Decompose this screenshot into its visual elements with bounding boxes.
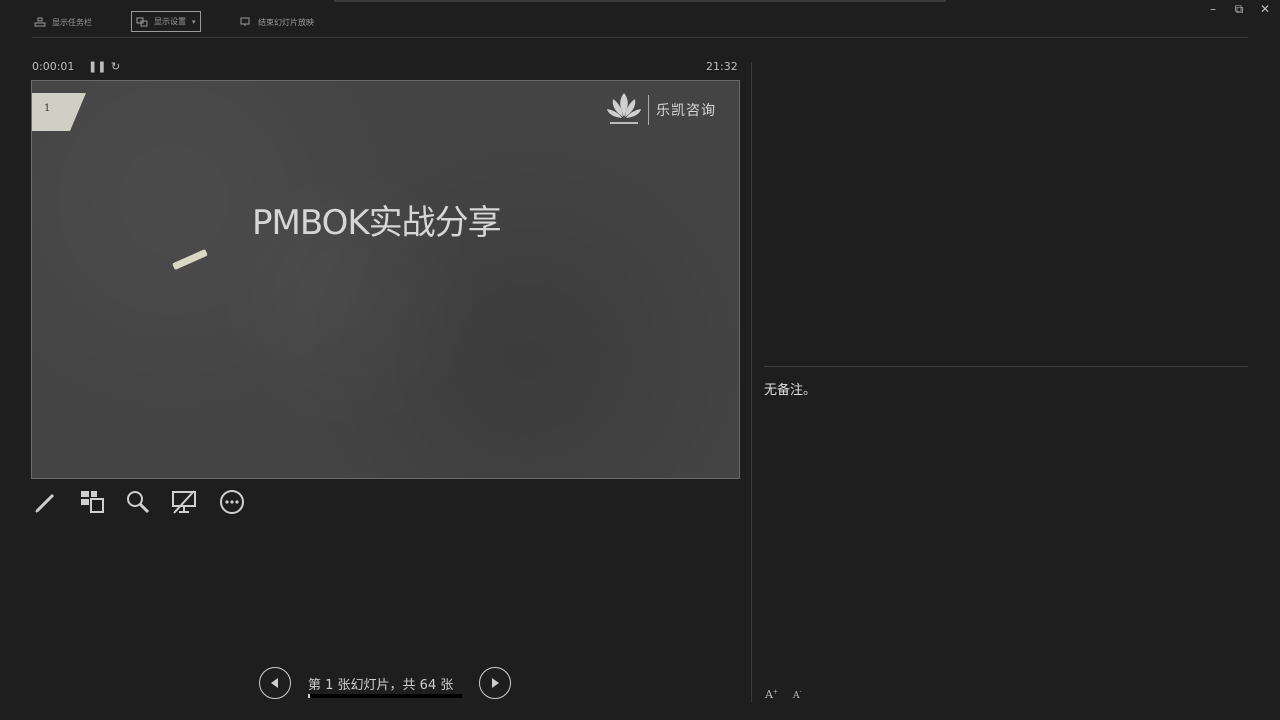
pane-divider[interactable] — [751, 62, 752, 702]
taskbar-icon — [34, 17, 46, 27]
slide-number-tag: 1 — [32, 93, 86, 131]
display-settings-button[interactable]: 显示设置 ▾ — [131, 11, 201, 32]
show-taskbar-button[interactable]: 显示任务栏 — [34, 12, 92, 32]
black-screen-icon[interactable] — [170, 488, 198, 516]
end-slideshow-icon — [240, 17, 252, 27]
top-toolbar: 显示任务栏 显示设置 ▾ 结束幻灯片放映 – ⧉ ✕ — [0, 0, 1280, 38]
window-grip[interactable] — [334, 0, 946, 2]
slide-title: PMBOK实战分享 — [252, 203, 502, 243]
show-taskbar-label: 显示任务栏 — [52, 17, 92, 27]
slide-progress-bar — [308, 694, 462, 698]
elapsed-timer: 0:00:01 — [32, 60, 75, 73]
speaker-notes[interactable]: 无备注。 — [764, 379, 816, 398]
reset-timer-icon[interactable]: ↻ — [111, 60, 120, 73]
display-settings-icon — [136, 17, 148, 27]
slide-progress-fill — [308, 694, 311, 698]
previous-slide-button[interactable] — [259, 667, 291, 699]
slide-counter[interactable]: 第 1 张幻灯片，共 64 张 — [308, 674, 453, 693]
close-button[interactable]: ✕ — [1258, 2, 1272, 16]
chevron-down-icon: ▾ — [192, 17, 196, 26]
current-time: 21:32 — [706, 60, 738, 73]
pause-icon[interactable]: ❚❚ — [88, 60, 106, 73]
see-all-slides-icon[interactable] — [78, 488, 106, 516]
zoom-icon[interactable] — [124, 488, 152, 516]
next-arrow-icon — [492, 678, 499, 688]
decrease-font-button[interactable]: A- — [793, 688, 802, 701]
end-slideshow-label: 结束幻灯片放映 — [258, 17, 314, 27]
toolbar-divider — [32, 37, 1248, 38]
increase-font-button[interactable]: A+ — [765, 688, 778, 701]
previous-arrow-icon — [271, 678, 278, 688]
restore-button[interactable]: ⧉ — [1232, 2, 1246, 17]
notes-divider[interactable] — [764, 366, 1248, 367]
end-slideshow-button[interactable]: 结束幻灯片放映 — [240, 12, 314, 32]
slide-number: 1 — [44, 103, 51, 114]
more-options-icon[interactable] — [218, 488, 246, 516]
chalk-decoration — [172, 248, 208, 271]
lotus-logo-icon — [607, 93, 641, 124]
display-settings-label: 显示设置 — [154, 17, 186, 26]
company-logo: 乐凯咨询 — [604, 89, 729, 129]
logo-text: 乐凯咨询 — [656, 103, 716, 119]
pen-tool-icon[interactable] — [32, 488, 60, 516]
current-slide[interactable]: 1 乐凯咨询 PMBOK实战分享 — [31, 80, 740, 479]
minimize-button[interactable]: – — [1206, 2, 1220, 16]
next-slide-button[interactable] — [479, 667, 511, 699]
logo-separator — [648, 95, 649, 125]
